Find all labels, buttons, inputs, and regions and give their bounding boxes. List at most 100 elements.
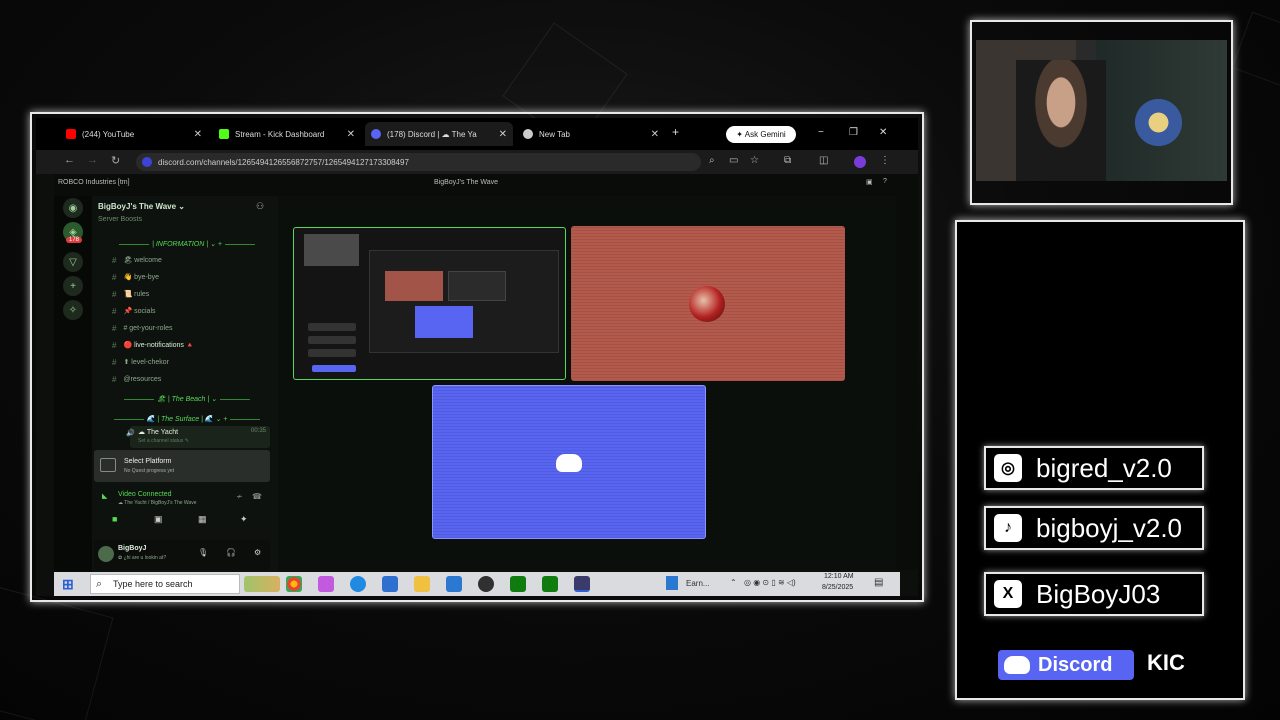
noise-suppression-icon[interactable]: ≁ bbox=[236, 492, 243, 501]
voice-connection-panel: ◣ Video Connected ☁ The Yacht / BigBoyJ'… bbox=[94, 486, 270, 534]
search-highlight-icon[interactable] bbox=[244, 576, 280, 592]
disconnect-icon[interactable]: ☎ bbox=[252, 492, 262, 501]
channel-level-chekor[interactable]: # ⬆ level-chekor bbox=[112, 356, 169, 368]
inbox-icon[interactable]: ▣ bbox=[866, 178, 873, 186]
close-tab-icon[interactable]: ✕ bbox=[347, 129, 355, 140]
tab-bar: (244) YouTube ✕ Stream - Kick Dashboard … bbox=[36, 118, 918, 150]
tray-icons[interactable]: ◎ ◉ ⊙ ▯ ≋ ◁) bbox=[744, 578, 796, 587]
voice-status[interactable]: Set a channel status ✎ bbox=[138, 438, 189, 444]
platform-subtitle: No Quest progress yet bbox=[124, 468, 175, 474]
weather-text[interactable]: Earn... bbox=[686, 579, 710, 588]
headphones-icon[interactable]: 🎧 bbox=[226, 548, 236, 557]
voice-channel-row[interactable]: 🔊 ☁ The Yacht 00:35 Set a channel status… bbox=[126, 426, 270, 448]
social-instagram: ◎ bigred_v2.0 bbox=[984, 446, 1204, 490]
channel-label: @resources bbox=[123, 375, 162, 383]
channel-rules[interactable]: # 📜 rules bbox=[112, 288, 149, 300]
close-tab-icon[interactable]: ✕ bbox=[651, 129, 659, 140]
copilot-icon[interactable] bbox=[318, 576, 334, 592]
bookmark-icon[interactable]: ☆ bbox=[750, 155, 759, 166]
mail-icon[interactable] bbox=[382, 576, 398, 592]
kick-icon bbox=[219, 129, 229, 139]
discord-icon bbox=[371, 129, 381, 139]
activities-icon[interactable]: ▦ bbox=[198, 514, 207, 525]
cast-icon[interactable]: ▭ bbox=[729, 155, 738, 166]
channel-get-your-roles[interactable]: # # get-your-roles bbox=[112, 322, 172, 334]
tab-discord[interactable]: (178) Discord | ☁ The Ya ✕ bbox=[365, 122, 513, 146]
url-bar[interactable]: discord.com/channels/1265494126556872757… bbox=[136, 153, 701, 171]
xbox-app-icon[interactable] bbox=[542, 576, 558, 592]
channel-label: 👋 bye-bye bbox=[123, 274, 160, 281]
store-icon[interactable] bbox=[446, 576, 462, 592]
tab-new[interactable]: New Tab ✕ bbox=[517, 122, 665, 146]
server-name[interactable]: BigBoyJ's The Wave ⌄ bbox=[98, 202, 185, 211]
reload-icon[interactable]: ↻ bbox=[111, 154, 120, 167]
new-tab-icon[interactable]: + bbox=[672, 125, 679, 139]
tab-kick[interactable]: Stream - Kick Dashboard ✕ bbox=[213, 122, 361, 146]
ask-gemini-button[interactable]: ✦ Ask Gemini bbox=[726, 126, 796, 143]
add-server-icon[interactable]: + bbox=[63, 276, 83, 296]
taskbar-search[interactable]: ⌕ Type here to search bbox=[90, 574, 240, 594]
category-information[interactable]: | INFORMATION | ⌄ + bbox=[102, 240, 272, 248]
select-platform-panel[interactable]: Select Platform No Quest progress yet bbox=[94, 450, 270, 482]
scrollbar[interactable] bbox=[896, 174, 918, 570]
notifications-icon[interactable]: ▤ bbox=[874, 577, 883, 588]
help-icon[interactable]: ? bbox=[883, 178, 887, 185]
invite-icon[interactable]: ⚇ bbox=[256, 201, 264, 212]
xbox-icon[interactable] bbox=[510, 576, 526, 592]
tiktok-icon: ♪ bbox=[994, 514, 1022, 542]
gear-icon[interactable]: ⚙ bbox=[254, 548, 261, 557]
category-beach[interactable]: 🏖 | The Beach | ⌄ bbox=[102, 395, 272, 403]
video-location: ☁ The Yacht / BigBoyJ's The Wave bbox=[118, 500, 197, 506]
server-icon[interactable]: ▽ bbox=[63, 252, 83, 272]
channel-bye-bye[interactable]: # 👋 bye-bye bbox=[112, 271, 159, 283]
user-status: ✿ ¿hi are u lookin at? bbox=[118, 555, 167, 561]
category-surface[interactable]: 🌊 | The Surface | 🌊 ⌄ + bbox=[102, 415, 272, 423]
close-tab-icon[interactable]: ✕ bbox=[194, 129, 202, 140]
sidebar-icon[interactable]: ◫ bbox=[819, 155, 828, 166]
profile-avatar[interactable] bbox=[854, 156, 866, 168]
edge-icon[interactable] bbox=[350, 576, 366, 592]
nested-row bbox=[308, 336, 356, 344]
channel-live-notifications[interactable]: # 🔴 live-notifications 🔺 bbox=[112, 339, 195, 351]
minimize-icon[interactable]: − bbox=[818, 127, 824, 138]
chrome-icon[interactable] bbox=[286, 576, 302, 592]
dm-icon[interactable]: ◉ bbox=[63, 198, 83, 218]
clock-time[interactable]: 12:10 AM bbox=[824, 573, 854, 580]
extensions-icon[interactable]: ⧉ bbox=[784, 155, 791, 166]
menu-icon[interactable]: ⋮ bbox=[880, 155, 890, 166]
forward-icon[interactable]: → bbox=[87, 154, 98, 166]
folder-icon[interactable] bbox=[414, 576, 430, 592]
discord-app-icon[interactable] bbox=[574, 576, 590, 592]
participant-tile[interactable] bbox=[571, 226, 845, 381]
restore-icon[interactable]: ❐ bbox=[849, 127, 858, 138]
zoom-icon[interactable]: ⌕ bbox=[709, 155, 715, 166]
user-panel: BigBoyJ ✿ ¿hi are u lookin at? 🎙 🎧 ⚙ bbox=[94, 540, 270, 570]
avatar[interactable] bbox=[98, 546, 114, 562]
voice-channel-title: BigBoyJ's The Wave bbox=[434, 179, 498, 186]
soundboard-icon[interactable]: ✦ bbox=[240, 514, 248, 525]
background-shard bbox=[0, 586, 114, 720]
windows-start-icon[interactable]: ⊞ bbox=[62, 576, 74, 593]
microphone-icon[interactable]: 🎙 bbox=[198, 548, 208, 557]
url-text: discord.com/channels/1265494126556872757… bbox=[158, 157, 409, 167]
camera-icon[interactable]: ■ bbox=[112, 514, 117, 524]
clock-date[interactable]: 8/25/2025 bbox=[822, 584, 853, 591]
channel-socials[interactable]: # 📌 socials bbox=[112, 305, 156, 317]
unread-badge: 178 bbox=[66, 237, 83, 243]
discover-icon[interactable]: ✧ bbox=[63, 300, 83, 320]
screen-share-icon[interactable]: ▣ bbox=[154, 514, 163, 525]
close-icon[interactable]: ✕ bbox=[879, 127, 887, 138]
channel-welcome[interactable]: # 🏖 welcome bbox=[112, 254, 162, 266]
site-info-icon[interactable] bbox=[142, 157, 152, 167]
close-tab-icon[interactable]: ✕ bbox=[499, 129, 507, 140]
channel-resources[interactable]: # @resources bbox=[112, 373, 161, 385]
tab-label: New Tab bbox=[539, 129, 570, 139]
webcam-feed bbox=[976, 40, 1227, 181]
screen-share-tile[interactable] bbox=[293, 227, 566, 380]
server-boosts[interactable]: Server Boosts bbox=[98, 216, 142, 223]
tray-chevron-icon[interactable]: ⌃ bbox=[730, 578, 737, 587]
tab-youtube[interactable]: (244) YouTube ✕ bbox=[60, 122, 208, 146]
obs-icon[interactable] bbox=[478, 576, 494, 592]
discord-user-tile[interactable] bbox=[432, 385, 706, 539]
back-icon[interactable]: ← bbox=[64, 154, 75, 166]
